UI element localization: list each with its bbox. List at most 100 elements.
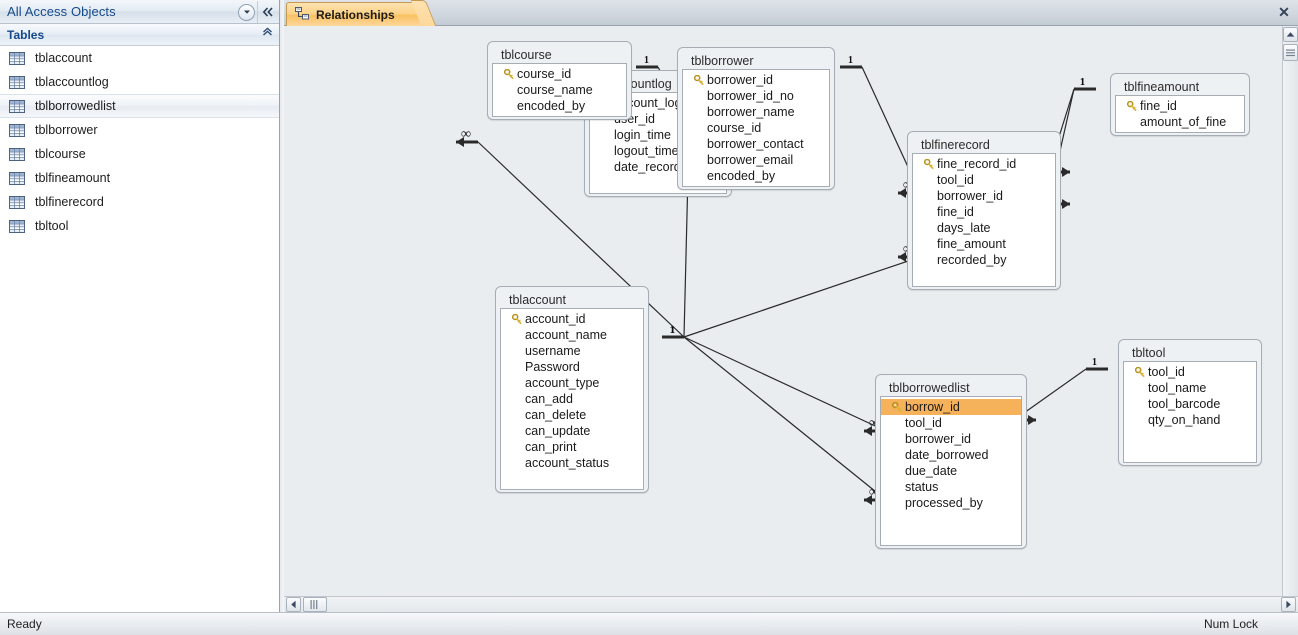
field-name: borrower_id_no (707, 89, 794, 103)
field-row[interactable]: tool_id (913, 172, 1055, 188)
navigation-pane-header: All Access Objects (0, 0, 279, 24)
field-name: Password (525, 360, 580, 374)
field-row[interactable]: account_status (501, 455, 643, 471)
vertical-scroll-thumb[interactable] (1283, 44, 1298, 61)
field-name: course_id (707, 121, 761, 135)
scroll-right-button[interactable] (1281, 597, 1296, 612)
table-box-tblborrowedlist[interactable]: tblborrowedlist borrow_idtool_idborrower… (875, 374, 1027, 549)
field-row[interactable]: recorded_by (913, 252, 1055, 268)
field-row[interactable]: account_type (501, 375, 643, 391)
sidebar-item-tblcourse[interactable]: tblcourse (0, 142, 279, 166)
access-window: All Access Objects Tables (0, 0, 1298, 635)
field-row[interactable]: tool_id (1124, 364, 1256, 380)
field-row[interactable]: can_add (501, 391, 643, 407)
field-name: can_print (525, 440, 576, 454)
field-row[interactable]: tool_name (1124, 380, 1256, 396)
field-row[interactable]: borrower_id (881, 431, 1021, 447)
table-icon (9, 76, 25, 89)
relationships-canvas[interactable]: 1∞1∞1∞1∞1∞1∞1∞1∞1∞1∞ tblaccountlog accou… (284, 26, 1284, 586)
field-row[interactable]: account_name (501, 327, 643, 343)
field-row[interactable]: borrower_id (913, 188, 1055, 204)
field-name: borrower_id (937, 189, 1003, 203)
primary-key-icon (921, 159, 937, 170)
field-row[interactable]: Password (501, 359, 643, 375)
table-field-list: borrower_idborrower_id_no borrower_nameco… (682, 69, 830, 187)
field-row[interactable]: due_date (881, 463, 1021, 479)
table-box-tblborrower[interactable]: tblborrower borrower_idborrower_id_nobor… (677, 47, 835, 190)
double-chevron-left-icon[interactable] (257, 1, 277, 23)
field-row[interactable]: borrower_email (683, 152, 829, 168)
table-box-tblfinerecord[interactable]: tblfinerecord fine_record_idtool_idborro… (907, 131, 1061, 290)
field-row[interactable]: username (501, 343, 643, 359)
sidebar-item-tbltool[interactable]: tbltool (0, 214, 279, 238)
field-row[interactable]: tool_barcode (1124, 396, 1256, 412)
field-row[interactable]: account_id (501, 311, 643, 327)
field-row[interactable]: tool_id (881, 415, 1021, 431)
table-box-tbltool[interactable]: tbltool tool_idtool_nametool_barcodeqty_… (1118, 339, 1262, 466)
field-row[interactable]: borrow_id (881, 399, 1021, 415)
field-row[interactable]: encoded_by (493, 98, 626, 114)
field-name: course_name (517, 83, 593, 97)
chevron-down-circle-icon[interactable] (238, 4, 255, 21)
field-row[interactable]: days_late (913, 220, 1055, 236)
close-icon[interactable]: ✕ (1276, 4, 1292, 20)
field-row[interactable]: borrower_id (683, 72, 829, 88)
field-name: amount_of_fine (1140, 115, 1226, 129)
sidebar-item-tblfinerecord[interactable]: tblfinerecord (0, 190, 279, 214)
primary-key-icon (691, 75, 707, 86)
field-row[interactable]: can_update (501, 423, 643, 439)
relationships-icon (295, 7, 310, 23)
table-box-title: tblaccount (500, 291, 644, 308)
vertical-scrollbar[interactable] (1282, 26, 1298, 612)
field-row[interactable]: borrower_id_no (683, 88, 829, 104)
field-row[interactable]: date_borrowed (881, 447, 1021, 463)
scroll-up-button[interactable] (1283, 27, 1298, 42)
status-bar: Ready Num Lock (0, 612, 1298, 635)
sidebar-item-tblfineamount[interactable]: tblfineamount (0, 166, 279, 190)
tables-group-header[interactable]: Tables (0, 24, 279, 46)
field-name: tool_id (905, 416, 942, 430)
sidebar-item-tblborrower[interactable]: tblborrower (0, 118, 279, 142)
field-row[interactable]: course_id (493, 66, 626, 82)
table-box-tblfineamount[interactable]: tblfineamount fine_idamount_of_fine (1110, 73, 1250, 136)
status-text: Ready (0, 617, 42, 631)
field-name: qty_on_hand (1148, 413, 1220, 427)
horizontal-scroll-thumb[interactable] (303, 597, 327, 612)
field-row[interactable]: can_print (501, 439, 643, 455)
field-row[interactable]: fine_amount (913, 236, 1055, 252)
field-name: date_borrowed (905, 448, 988, 462)
tab-relationships[interactable]: Relationships (286, 2, 422, 26)
sidebar-item-label: tbltool (35, 219, 68, 233)
field-row[interactable]: qty_on_hand (1124, 412, 1256, 428)
field-name: status (905, 480, 938, 494)
table-box-title: tblfinerecord (912, 136, 1056, 153)
field-name: can_update (525, 424, 590, 438)
table-box-tblcourse[interactable]: tblcourse course_idcourse_nameencoded_by (487, 41, 632, 120)
horizontal-scrollbar[interactable] (284, 596, 1298, 612)
sidebar-item-tblborrowedlist[interactable]: tblborrowedlist (0, 94, 279, 118)
sidebar-item-tblaccountlog[interactable]: tblaccountlog (0, 70, 279, 94)
primary-key-icon (889, 402, 905, 413)
navigation-pane-title: All Access Objects (0, 4, 116, 19)
sidebar-item-tblaccount[interactable]: tblaccount (0, 46, 279, 70)
chevron-up-icon[interactable] (262, 27, 273, 39)
field-row[interactable]: status (881, 479, 1021, 495)
field-name: recorded_by (937, 253, 1007, 267)
field-row[interactable]: borrower_contact (683, 136, 829, 152)
table-icon (9, 172, 25, 185)
scroll-left-button[interactable] (286, 597, 301, 612)
field-row[interactable]: can_delete (501, 407, 643, 423)
field-row[interactable]: processed_by (881, 495, 1021, 511)
field-row[interactable]: fine_record_id (913, 156, 1055, 172)
field-row[interactable]: encoded_by (683, 168, 829, 184)
field-row[interactable]: fine_id (913, 204, 1055, 220)
svg-text:1: 1 (1080, 77, 1085, 88)
field-row[interactable]: course_name (493, 82, 626, 98)
field-row[interactable]: fine_id (1116, 98, 1244, 114)
field-row[interactable]: borrower_name (683, 104, 829, 120)
field-row[interactable]: amount_of_fine (1116, 114, 1244, 130)
field-name: account_status (525, 456, 609, 470)
field-row[interactable]: course_id (683, 120, 829, 136)
table-box-tblaccount[interactable]: tblaccount account_idaccount_nameusernam… (495, 286, 649, 493)
field-name: borrower_name (707, 105, 795, 119)
